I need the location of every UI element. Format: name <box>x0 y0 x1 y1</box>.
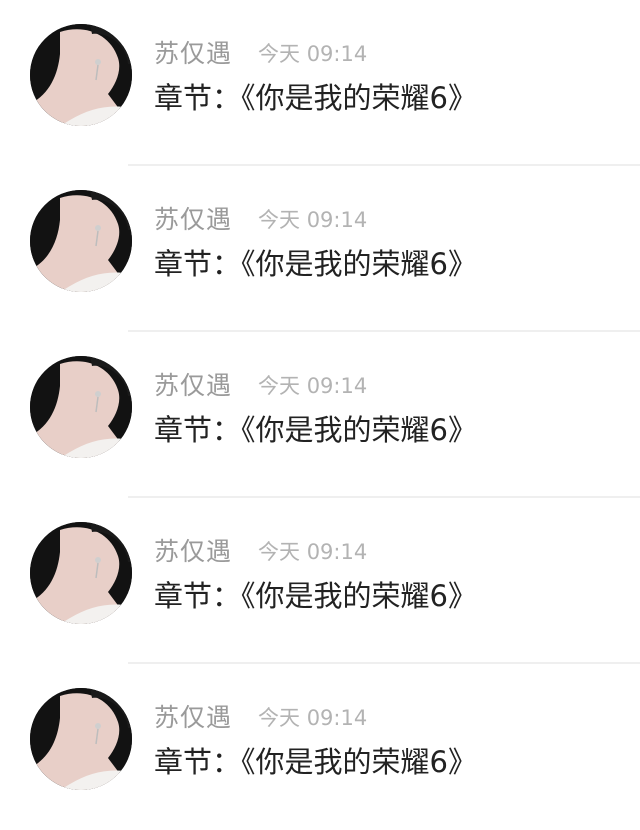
timestamp: 今天 09:14 <box>258 38 367 68</box>
avatar[interactable] <box>30 688 132 790</box>
date-label: 今天 <box>258 706 300 730</box>
time-label: 09:14 <box>306 42 368 66</box>
date-label: 今天 <box>258 374 300 398</box>
timestamp: 今天 09:14 <box>258 370 367 400</box>
avatar[interactable] <box>30 522 132 624</box>
comment-item[interactable]: 苏仅遇 今天 09:14 章节：《你是我的荣耀6》 <box>0 332 640 498</box>
chapter-title[interactable]: 章节：《你是我的荣耀6》 <box>154 573 477 615</box>
time-label: 09:14 <box>306 706 368 730</box>
author-name[interactable]: 苏仅遇 <box>154 532 232 568</box>
chapter-title[interactable]: 章节：《你是我的荣耀6》 <box>154 75 477 117</box>
timestamp: 今天 09:14 <box>258 204 367 234</box>
date-label: 今天 <box>258 540 300 564</box>
avatar[interactable] <box>30 190 132 292</box>
author-name[interactable]: 苏仅遇 <box>154 366 232 402</box>
author-name[interactable]: 苏仅遇 <box>154 200 232 236</box>
avatar[interactable] <box>30 356 132 458</box>
comment-item[interactable]: 苏仅遇 今天 09:14 章节：《你是我的荣耀6》 <box>0 166 640 332</box>
avatar-portrait-icon <box>30 356 132 458</box>
time-label: 09:14 <box>306 208 368 232</box>
author-name[interactable]: 苏仅遇 <box>154 698 232 734</box>
date-label: 今天 <box>258 208 300 232</box>
author-name[interactable]: 苏仅遇 <box>154 34 232 70</box>
date-label: 今天 <box>258 42 300 66</box>
time-label: 09:14 <box>306 374 368 398</box>
avatar-portrait-icon <box>30 190 132 292</box>
avatar-portrait-icon <box>30 522 132 624</box>
avatar-portrait-icon <box>30 688 132 790</box>
time-label: 09:14 <box>306 540 368 564</box>
avatar-portrait-icon <box>30 24 132 126</box>
comment-item[interactable]: 苏仅遇 今天 09:14 章节：《你是我的荣耀6》 <box>0 0 640 166</box>
timestamp: 今天 09:14 <box>258 536 367 566</box>
comment-item[interactable]: 苏仅遇 今天 09:14 章节：《你是我的荣耀6》 <box>0 498 640 664</box>
chapter-title[interactable]: 章节：《你是我的荣耀6》 <box>154 739 477 781</box>
timestamp: 今天 09:14 <box>258 702 367 732</box>
chapter-title[interactable]: 章节：《你是我的荣耀6》 <box>154 241 477 283</box>
comment-item[interactable]: 苏仅遇 今天 09:14 章节：《你是我的荣耀6》 <box>0 664 640 830</box>
chapter-title[interactable]: 章节：《你是我的荣耀6》 <box>154 407 477 449</box>
avatar[interactable] <box>30 24 132 126</box>
comment-list: 苏仅遇 今天 09:14 章节：《你是我的荣耀6》 苏仅遇 今天 09:14 章… <box>0 0 640 813</box>
